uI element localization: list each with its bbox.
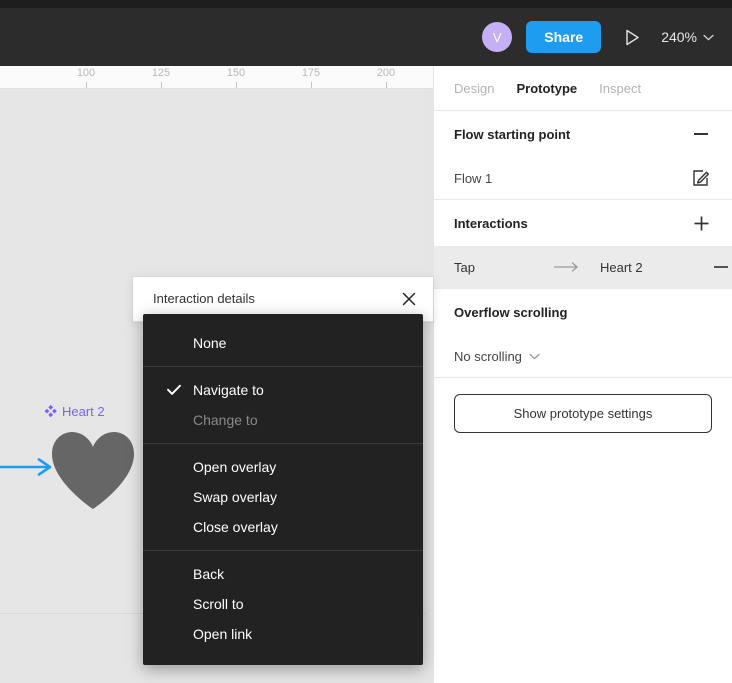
ruler-tick-mark <box>161 82 162 88</box>
share-button[interactable]: Share <box>526 21 602 53</box>
remove-interaction-button[interactable] <box>710 256 732 278</box>
menu-group: Navigate to Change to <box>143 366 423 443</box>
overflow-value: No scrolling <box>454 348 522 364</box>
menu-item-label: Back <box>193 566 225 582</box>
flow-section-header: Flow starting point <box>454 111 712 157</box>
menu-item-label: Scroll to <box>193 596 244 612</box>
minus-icon <box>714 266 728 268</box>
chevron-down-icon <box>703 34 714 40</box>
menu-item-label: None <box>193 335 227 351</box>
menu-group: Open overlay Swap overlay Close overlay <box>143 443 423 550</box>
figma-window: V Share 240% 100 125 150 175 200 Heart 2… <box>0 0 732 683</box>
ruler-tick-mark <box>311 82 312 88</box>
ruler-tick-label: 175 <box>301 67 321 79</box>
play-icon <box>625 29 639 45</box>
heart-shape[interactable] <box>50 430 136 510</box>
overflow-value-row[interactable]: No scrolling <box>454 335 712 377</box>
menu-item-scroll-to[interactable]: Scroll to <box>143 589 423 619</box>
plus-icon <box>694 216 708 230</box>
menu-item-label: Navigate to <box>193 382 264 398</box>
minus-icon <box>694 133 708 135</box>
interaction-row-tap[interactable]: Tap Heart 2 <box>434 246 732 288</box>
component-label-text: Heart 2 <box>62 404 105 419</box>
menu-item-close-overlay[interactable]: Close overlay <box>143 512 423 542</box>
tab-inspect[interactable]: Inspect <box>599 81 641 96</box>
component-diamond-icon <box>44 405 57 418</box>
close-button[interactable] <box>399 289 419 309</box>
avatar[interactable]: V <box>482 22 513 52</box>
flow-section-title: Flow starting point <box>454 126 571 142</box>
menu-item-open-link[interactable]: Open link <box>143 619 423 649</box>
interaction-trigger: Tap <box>454 259 475 275</box>
ruler-tick-mark <box>386 82 387 88</box>
ruler-tick-label: 200 <box>376 67 396 79</box>
top-toolbar: V Share 240% <box>0 0 732 66</box>
overflow-header: Overflow scrolling <box>454 289 712 335</box>
check-icon <box>167 384 181 396</box>
overflow-scrolling-section: Overflow scrolling No scrolling <box>434 289 732 378</box>
right-properties-panel: Design Prototype Inspect Flow starting p… <box>433 66 732 683</box>
menu-item-open-overlay[interactable]: Open overlay <box>143 452 423 482</box>
collapse-button[interactable] <box>690 123 712 145</box>
prototype-connection-arrow[interactable] <box>0 456 56 478</box>
popover-title: Interaction details <box>153 291 255 306</box>
arrow-right-icon <box>554 262 600 272</box>
menu-item-swap-overlay[interactable]: Swap overlay <box>143 482 423 512</box>
tab-prototype[interactable]: Prototype <box>516 81 577 96</box>
interaction-target: Heart 2 <box>600 259 643 275</box>
close-icon <box>402 292 416 306</box>
menu-item-change-to: Change to <box>143 405 423 435</box>
menu-group: None <box>143 320 423 366</box>
overflow-scrolling-dropdown[interactable]: No scrolling <box>454 349 540 364</box>
menu-item-back[interactable]: Back <box>143 559 423 589</box>
menu-item-label: Change to <box>193 412 258 428</box>
menu-item-label: Open overlay <box>193 459 277 475</box>
flow-name: Flow 1 <box>454 170 493 186</box>
action-type-menu[interactable]: None Navigate to Change to Open overlay <box>143 314 423 665</box>
menu-item-label: Open link <box>193 626 253 642</box>
zoom-control[interactable]: 240% <box>653 29 732 45</box>
menu-group: Back Scroll to Open link <box>143 550 423 657</box>
edit-pencil-icon <box>693 170 709 186</box>
toolbar-top-strip <box>0 0 732 8</box>
panel-tabs: Design Prototype Inspect <box>434 66 732 111</box>
chevron-down-icon <box>529 353 540 359</box>
interactions-section: Interactions Tap Heart 2 <box>434 200 732 289</box>
menu-item-none[interactable]: None <box>143 328 423 358</box>
ruler-tick-label: 125 <box>151 67 171 79</box>
interactions-header: Interactions <box>454 200 712 246</box>
present-play-button[interactable] <box>611 17 653 57</box>
prototype-settings-section: Show prototype settings <box>434 394 732 433</box>
add-interaction-button[interactable] <box>690 212 712 234</box>
component-name-label[interactable]: Heart 2 <box>44 404 105 419</box>
edit-flow-button[interactable] <box>690 167 712 189</box>
ruler-tick-mark <box>236 82 237 88</box>
menu-item-label: Swap overlay <box>193 489 278 505</box>
ruler-tick-label: 100 <box>76 67 96 79</box>
zoom-level-label: 240% <box>661 29 697 45</box>
ruler-tick-label: 150 <box>226 67 246 79</box>
menu-item-label: Close overlay <box>193 519 278 535</box>
show-prototype-settings-button[interactable]: Show prototype settings <box>454 394 712 433</box>
menu-item-navigate-to[interactable]: Navigate to <box>143 375 423 405</box>
toolbar-right-controls: V Share 240% <box>482 8 732 66</box>
flow-starting-point-section: Flow starting point Flow 1 <box>434 111 732 200</box>
ruler-tick-mark <box>86 82 87 88</box>
interactions-title: Interactions <box>454 215 528 231</box>
tab-design[interactable]: Design <box>454 81 494 96</box>
overflow-title: Overflow scrolling <box>454 304 568 320</box>
horizontal-ruler[interactable]: 100 125 150 175 200 <box>0 66 433 89</box>
flow-row[interactable]: Flow 1 <box>454 157 712 199</box>
avatar-initial: V <box>492 29 502 45</box>
